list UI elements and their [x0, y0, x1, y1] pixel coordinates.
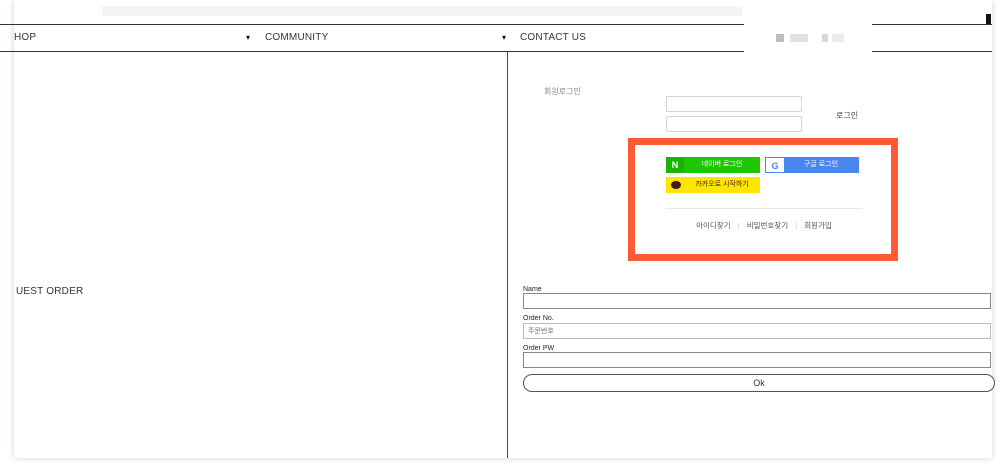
- order-no-input[interactable]: [523, 323, 991, 339]
- member-login-label: 회원로그인: [544, 87, 581, 96]
- shop-dropdown-icon[interactable]: ▾: [246, 25, 250, 51]
- order-no-label: Order No.: [523, 315, 554, 322]
- order-pw-label: Order PW: [523, 345, 555, 352]
- ok-button[interactable]: Ok: [523, 374, 995, 392]
- login-id-input[interactable]: [666, 96, 802, 112]
- nav-community[interactable]: COMMUNITY: [265, 25, 328, 51]
- name-label: Name: [523, 286, 542, 293]
- top-banner-strip: [102, 6, 742, 16]
- nav-shop[interactable]: HOP: [14, 25, 36, 51]
- guest-order-title: UEST ORDER: [16, 286, 84, 297]
- top-right-mark: [986, 14, 991, 24]
- name-input[interactable]: [523, 293, 991, 309]
- community-dropdown-icon[interactable]: ▾: [502, 25, 506, 51]
- redacted-area: [744, 0, 872, 52]
- column-divider: [507, 52, 508, 458]
- login-password-input[interactable]: [666, 116, 802, 132]
- nav-contact-us[interactable]: CONTACT US: [520, 25, 586, 51]
- login-button[interactable]: 로그인: [836, 110, 858, 121]
- order-pw-input[interactable]: [523, 352, 991, 368]
- social-login-highlight: [628, 138, 898, 261]
